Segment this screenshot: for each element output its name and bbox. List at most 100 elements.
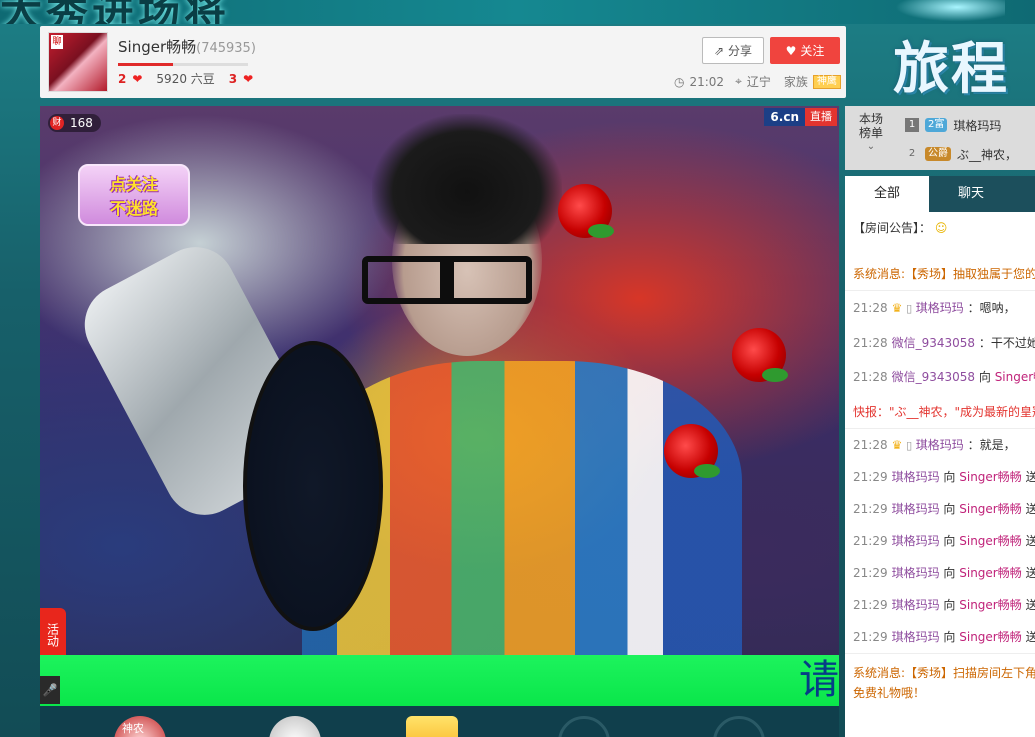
notice-label: 【房间公告】：	[853, 221, 932, 235]
video-player[interactable]: 财 168 6.cn 直播 点关注 不迷路 活动	[40, 106, 839, 655]
chat-message: 21:28 微信_9343058 ：干不过她	[853, 333, 1035, 354]
chat-tabs: 全部 聊天	[845, 176, 1035, 212]
wealth-count: 168	[70, 116, 93, 130]
chat-username: 琪格玛玛	[891, 598, 940, 612]
marquee-strip: 请	[40, 655, 839, 706]
chat-username: 琪格玛玛	[891, 534, 940, 548]
gift-item-4[interactable]	[558, 716, 610, 737]
chat-recipient: Singer畅畅	[959, 534, 1022, 548]
heart-icon: ❤	[243, 71, 254, 86]
gift-item-1[interactable]: 神农	[114, 716, 166, 737]
rank-username: 琪格玛玛	[953, 118, 1002, 133]
crown-icon: ♛	[891, 301, 907, 315]
clock-icon: ◷	[674, 74, 685, 89]
chat-message: 快报："ぶ__神农，"成为最新的皇冠	[853, 402, 1035, 423]
chat-message: 21:29 琪格玛玛 向 Singer畅畅 送	[853, 531, 1035, 552]
follow-button[interactable]: ♥ 关注	[770, 37, 840, 64]
family-badge[interactable]: 神鹰	[812, 74, 841, 89]
gift-item-2[interactable]	[269, 716, 321, 737]
follow-label: 关注	[800, 44, 825, 58]
heart-icon: ❤	[132, 71, 143, 86]
chat-connector: 向	[975, 370, 995, 384]
rose-icon	[732, 328, 788, 382]
chat-username: 琪格玛玛	[891, 502, 940, 516]
wealth-level-badge: 2富	[925, 118, 948, 132]
chat-connector: 向	[939, 630, 960, 644]
rose-icon	[558, 184, 614, 238]
chat-list[interactable]: 【房间公告】： ☺ 系统消息:【秀场】抽取独属于您的 21:28 ♛ ▯ 琪格玛玛 …	[845, 212, 1035, 737]
share-icon: ⇗	[713, 43, 725, 58]
chat-message-text: 送	[1025, 502, 1035, 516]
anchor-avatar[interactable]: 聊	[48, 32, 108, 92]
activity-label: 活动	[45, 623, 60, 647]
anchor-id: (745935)	[196, 41, 256, 56]
chat-recipient: Singer畅畅	[959, 598, 1022, 612]
activity-tab[interactable]: 活动	[40, 608, 66, 655]
anchor-name-text: Singer畅畅	[118, 38, 197, 56]
gift-item-3[interactable]	[406, 716, 458, 737]
chat-message-text: 送	[1025, 630, 1035, 644]
chat-recipient: Singer畅	[994, 370, 1035, 384]
avatar-tag: 聊	[51, 35, 63, 49]
chevron-down-icon: ⌄	[866, 141, 876, 152]
chat-divider	[845, 428, 1035, 429]
chat-message-text: 快报："ぶ__神农，"成为最新的皇冠	[853, 405, 1035, 419]
chat-timestamp: 21:29	[853, 502, 888, 516]
level-progress-bar	[118, 63, 248, 66]
gift-item-5[interactable]	[713, 716, 765, 737]
chat-username: 琪格玛玛	[891, 630, 940, 644]
top-banner: 大秀进场将	[0, 0, 1035, 24]
anchor-level: 2	[118, 71, 127, 86]
room-notice: 【房间公告】： ☺	[853, 218, 1035, 239]
chat-message-text: 送	[1025, 598, 1035, 612]
rank-number: 1	[905, 118, 919, 132]
live-label: 直播	[805, 108, 837, 126]
chat-username: 琪格玛玛	[891, 470, 940, 484]
chat-timestamp: 21:29	[853, 534, 888, 548]
location-text: 辽宁	[746, 75, 771, 89]
rank-row[interactable]: 1 2富 琪格玛玛	[905, 114, 1001, 136]
anchor-meta: ◷ 21:02 ⌖ 辽宁 家族 神鹰	[674, 73, 841, 90]
chat-timestamp: 21:29	[853, 566, 888, 580]
microphone-icon[interactable]: 🎤	[40, 676, 60, 704]
chat-message: 系统消息:【秀场】抽取独属于您的	[853, 264, 1035, 285]
heart-icon: ♥	[785, 43, 797, 58]
chat-connector: 向	[939, 598, 960, 612]
chat-message: 21:29 琪格玛玛 向 Singer畅畅 送	[853, 627, 1035, 648]
rose-icon	[664, 424, 720, 478]
chat-timestamp: 21:28	[853, 336, 888, 350]
rank-label-line2: 榜单	[858, 126, 883, 140]
anchor-name: Singer畅畅(745935)	[118, 36, 256, 57]
tab-chat[interactable]: 聊天	[929, 176, 1013, 212]
share-button[interactable]: ⇗ 分享	[702, 37, 764, 64]
smiley-icon: ☺	[934, 221, 948, 235]
chat-message: 免费礼物哦！	[853, 683, 1035, 704]
chat-connector: 向	[939, 502, 960, 516]
rank-label-line1: 本场	[858, 112, 883, 126]
follow-sticker[interactable]: 点关注 不迷路	[78, 164, 190, 226]
level-progress-fill	[118, 63, 173, 66]
streamer-glasses	[362, 256, 532, 304]
family-label: 家族	[783, 75, 808, 89]
chat-timestamp: 21:29	[853, 470, 888, 484]
wealth-icon: 财	[50, 116, 64, 130]
phone-icon: ▯	[906, 302, 916, 315]
chat-timestamp: 21:29	[853, 598, 888, 612]
rank-row[interactable]: 2 公爵 ぶ__神农，	[905, 143, 1017, 165]
chat-message-text: 送	[1025, 566, 1035, 580]
chat-timestamp: 21:28	[853, 438, 888, 452]
chat-recipient: Singer畅畅	[959, 566, 1022, 580]
chat-divider	[845, 290, 1035, 291]
tab-all[interactable]: 全部	[845, 176, 929, 212]
chat-recipient: Singer畅畅	[959, 630, 1022, 644]
bean-count: 5920 六豆	[156, 72, 215, 86]
rank-username: ぶ__神农，	[957, 147, 1018, 162]
chat-message: 21:29 琪格玛玛 向 Singer畅畅 送	[853, 595, 1035, 616]
chat-message-text: 系统消息:【秀场】扫描房间左下角	[853, 666, 1035, 680]
chat-connector: 向	[939, 566, 960, 580]
chat-message-text: ：就是，	[963, 438, 1016, 452]
chat-timestamp: 21:28	[853, 301, 888, 315]
rank-label[interactable]: 本场 榜单 ⌄	[849, 112, 893, 154]
crown-icon: ♛	[891, 438, 907, 452]
chat-message-text: ：嗯呐，	[963, 301, 1016, 315]
